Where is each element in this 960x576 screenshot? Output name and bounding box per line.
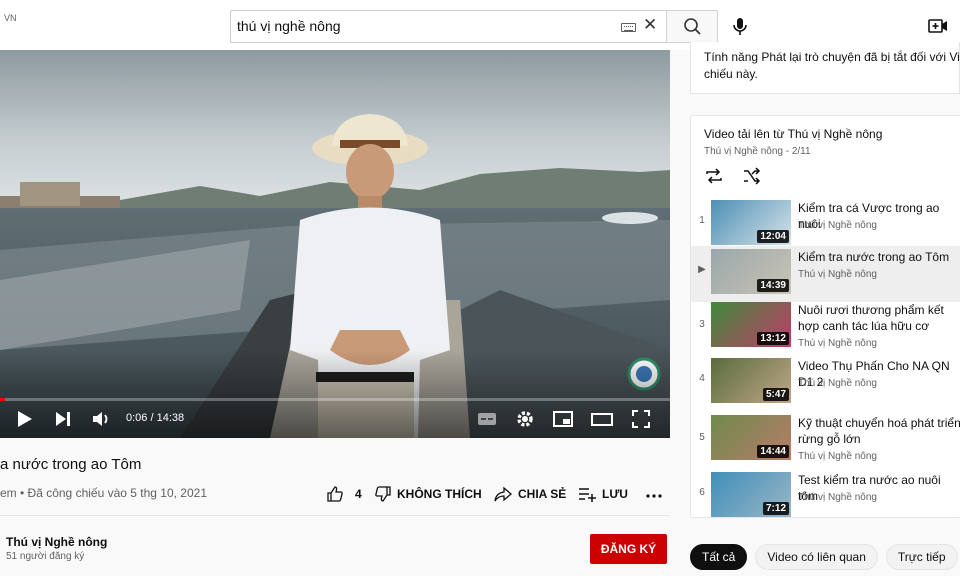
- playlist-item-index: 5: [699, 432, 705, 443]
- playlist-item-duration: 12:04: [757, 230, 789, 243]
- region-label: VN: [4, 13, 17, 23]
- next-icon[interactable]: [52, 408, 74, 430]
- keyboard-icon[interactable]: [621, 23, 636, 32]
- playlist-item-duration: 5:47: [762, 388, 789, 401]
- playlist-item-index: ▶: [698, 264, 706, 275]
- save-button[interactable]: LƯU: [577, 484, 628, 504]
- mic-icon: [733, 18, 747, 35]
- playlist-item[interactable]: ▶ 14:39 Kiểm tra nước trong ao Tôm Thú vị N…: [691, 246, 960, 302]
- filter-chip[interactable]: Video có liên quan: [755, 544, 878, 570]
- filter-chip[interactable]: Tất cả: [690, 544, 748, 570]
- playlist-item-duration: 14:44: [757, 445, 789, 458]
- playlist-item-index: 3: [699, 319, 705, 330]
- playlist-item-title[interactable]: Kỹ thuật chuyển hoá phát triển rừng gỗ l…: [798, 415, 960, 447]
- fullscreen-icon[interactable]: [630, 408, 652, 430]
- voice-search-button[interactable]: [724, 10, 756, 43]
- playlist-item-channel: Thú vị Nghề nông: [798, 220, 877, 231]
- like-count: 4: [355, 487, 362, 501]
- play-icon[interactable]: [12, 408, 36, 430]
- theater-mode-icon[interactable]: [590, 408, 614, 430]
- create-video-button[interactable]: [926, 14, 950, 38]
- info-divider: [0, 515, 670, 516]
- playlist-item-channel: Thú vị Nghề nông: [798, 451, 877, 462]
- dislike-button[interactable]: KHÔNG THÍCH: [374, 484, 482, 504]
- playlist-position: 2/11: [791, 146, 811, 157]
- like-button[interactable]: 4: [326, 484, 362, 504]
- playlist-item-thumbnail[interactable]: 14:39: [711, 249, 791, 294]
- clear-icon[interactable]: ✕: [643, 15, 657, 35]
- playlist-item-channel: Thú vị Nghề nông: [798, 269, 877, 280]
- playlist-item-duration: 13:12: [757, 332, 789, 345]
- chat-replay-notice: Tính năng Phát lại trò chuyện đã bị tắt …: [690, 42, 960, 94]
- playlist-item[interactable]: 4 5:47 Video Thụ Phấn Cho NA QN D1 2 Thú vị…: [691, 355, 960, 411]
- video-player[interactable]: 0:06 / 14:38: [0, 50, 670, 438]
- playlist-item[interactable]: 1 12:04 Kiểm tra cá Vược trong ao nuôi Thú …: [691, 197, 960, 253]
- share-label: CHIA SẺ: [518, 487, 567, 501]
- save-label: LƯU: [602, 487, 628, 501]
- playlist-item[interactable]: 5 14:44 Kỹ thuật chuyển hoá phát triển rừn…: [691, 412, 960, 468]
- playlist-item-thumbnail[interactable]: 7:12: [711, 472, 791, 517]
- playlist-item-thumbnail[interactable]: 14:44: [711, 415, 791, 460]
- shuffle-icon[interactable]: [742, 165, 762, 187]
- thumbs-up-icon: [327, 486, 343, 502]
- playlist-owner-position: Thú vị Nghề nông - 2/11: [704, 146, 811, 157]
- playlist-item-title[interactable]: Kiểm tra nước trong ao Tôm: [798, 249, 960, 265]
- chat-notice-line-1: Tính năng Phát lại trò chuyện đã bị tắt …: [704, 50, 960, 64]
- playlist-item-thumbnail[interactable]: 13:12: [711, 302, 791, 347]
- video-meta: em • Đã công chiếu vào 5 thg 10, 2021: [0, 486, 208, 500]
- playlist-item-index: 4: [699, 373, 705, 384]
- loop-icon[interactable]: [704, 165, 724, 187]
- playlist-owner[interactable]: Thú vị Nghề nông: [704, 146, 783, 157]
- playlist-panel: Video tải lên từ Thú vị Nghề nông Thú vị…: [690, 115, 960, 518]
- playlist-item-thumbnail[interactable]: 12:04: [711, 200, 791, 245]
- search-button[interactable]: [666, 10, 718, 43]
- playlist-item-index: 6: [699, 487, 705, 498]
- playlist-item-channel: Thú vị Nghề nông: [798, 338, 877, 349]
- playlist-item[interactable]: 3 13:12 Nuôi rươi thương phẩm kết hợp canh…: [691, 299, 960, 355]
- playlist-item-duration: 14:39: [757, 279, 789, 292]
- time-display: 0:06 / 14:38: [126, 412, 185, 424]
- dislike-label: KHÔNG THÍCH: [397, 487, 482, 501]
- playlist-item-duration: 7:12: [762, 502, 789, 515]
- subscribe-button[interactable]: ĐĂNG KÝ: [590, 534, 667, 564]
- progress-fill: [0, 398, 5, 401]
- video-title: a nước trong ao Tôm: [0, 456, 142, 473]
- playlist-title[interactable]: Video tải lên từ Thú vị Nghề nông: [704, 127, 882, 141]
- playlist-item-title[interactable]: Nuôi rươi thương phẩm kết hợp canh tác l…: [798, 302, 960, 334]
- filter-chip[interactable]: Trực tiếp: [885, 544, 958, 570]
- subscriber-count: 51 người đăng ký: [6, 551, 85, 562]
- save-to-playlist-icon: [579, 488, 596, 502]
- settings-gear-icon[interactable]: [514, 408, 536, 430]
- more-actions-button[interactable]: [646, 484, 662, 504]
- thumbs-down-icon: [375, 486, 391, 502]
- search-input[interactable]: thú vị nghề nông: [237, 18, 341, 34]
- playlist-item[interactable]: 6 7:12 Test kiểm tra nước ao nuôi tôm Thú v…: [691, 469, 960, 517]
- volume-icon[interactable]: [90, 408, 112, 430]
- share-button[interactable]: CHIA SẺ: [493, 484, 566, 504]
- playlist-item-channel: Thú vị Nghề nông: [798, 492, 877, 503]
- search-icon: [684, 18, 701, 35]
- chat-notice-text: Tính năng Phát lại trò chuyện đã bị tắt …: [704, 49, 960, 83]
- more-horizontal-icon: [646, 494, 662, 498]
- create-video-icon: [928, 19, 947, 33]
- playlist-item-channel: Thú vị Nghề nông: [798, 378, 877, 389]
- share-icon: [494, 486, 512, 502]
- filter-chips: Tất cả Video có liên quan Trực tiếp: [690, 544, 958, 570]
- miniplayer-icon[interactable]: [552, 408, 574, 430]
- chat-notice-line-2: chiếu này.: [704, 67, 758, 81]
- playlist-item-thumbnail[interactable]: 5:47: [711, 358, 791, 403]
- channel-name[interactable]: Thú vị Nghề nông: [6, 535, 107, 549]
- subtitles-icon[interactable]: [476, 408, 498, 430]
- progress-bar[interactable]: [0, 398, 670, 401]
- search-box[interactable]: thú vị nghề nông ✕: [230, 10, 666, 43]
- playlist-item-index: 1: [699, 215, 705, 226]
